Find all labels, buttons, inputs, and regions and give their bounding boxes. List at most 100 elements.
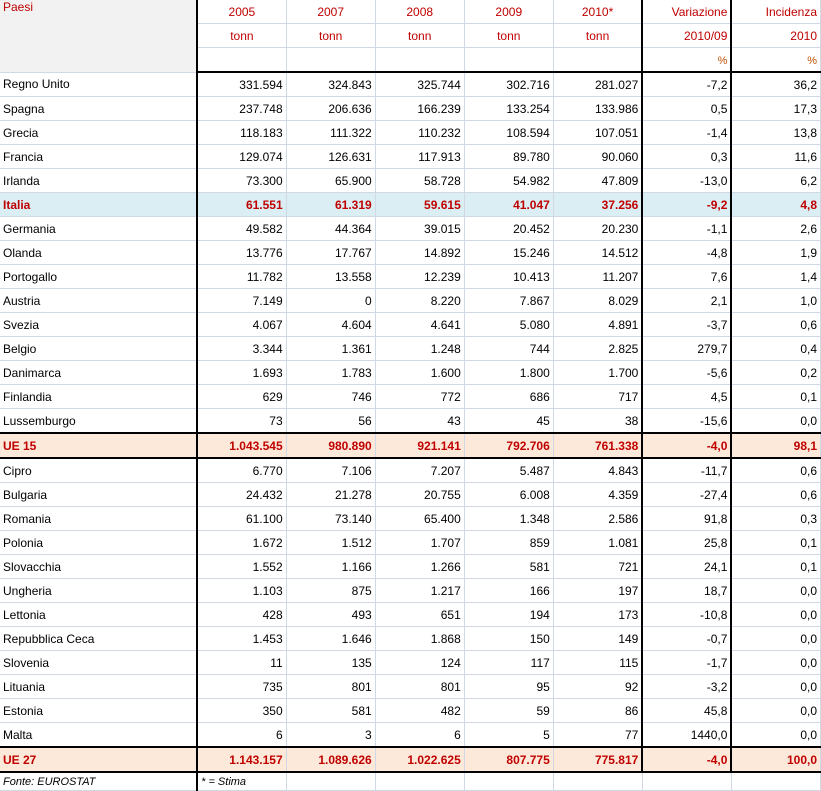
value-cell: 129.074: [197, 144, 287, 169]
value-cell: 350: [197, 698, 287, 723]
value-cell: 5.080: [464, 312, 554, 337]
value-cell: 92: [553, 674, 644, 699]
total-row: UE 27 1.143.157 1.089.626 1.022.625 807.775 7…: [0, 746, 821, 773]
value-cell: 801: [286, 674, 376, 699]
value-cell: 20.230: [553, 216, 644, 241]
value-cell: 8.029: [553, 288, 644, 313]
value-cell: 7.207: [375, 458, 465, 483]
header-variazione-period: 2010/09: [642, 23, 733, 48]
value-cell: 1.783: [286, 360, 376, 385]
pct-label: %: [807, 54, 817, 67]
source-note: Fonte: EUROSTAT: [0, 772, 199, 791]
value-cell: 859: [464, 530, 554, 555]
value-cell: 73.300: [197, 168, 287, 193]
table-row: Lituania 735 801 801 95 92 -3,2 0,0: [0, 674, 821, 699]
value-cell: 45: [464, 408, 554, 434]
country-name: Portogallo: [0, 264, 199, 289]
empty-cell: [375, 47, 465, 73]
value-cell: 21.278: [286, 482, 376, 507]
value-cell: 41.047: [464, 192, 554, 217]
incidenza-cell: 0,3: [731, 506, 821, 531]
value-cell: 281.027: [553, 72, 644, 97]
value-cell: 1.453: [197, 626, 287, 651]
variazione-cell: 2,1: [642, 288, 733, 313]
variazione-cell: -10,8: [642, 602, 733, 627]
value-cell: 807.775: [464, 746, 554, 773]
country-name: Polonia: [0, 530, 199, 555]
incidenza-cell: 0,0: [731, 650, 821, 675]
incidenza-cell: 0,0: [731, 578, 821, 603]
value-cell: 6.008: [464, 482, 554, 507]
value-cell: 875: [286, 578, 376, 603]
value-cell: 115: [553, 650, 644, 675]
incidenza-cell: 0,0: [731, 408, 821, 434]
value-cell: 14.892: [375, 240, 465, 265]
empty-cell: [464, 772, 554, 791]
value-cell: 4.641: [375, 312, 465, 337]
variazione-cell: 7,6: [642, 264, 733, 289]
value-cell: 761.338: [553, 432, 644, 459]
value-cell: 149: [553, 626, 644, 651]
incidenza-cell: 0,1: [731, 554, 821, 579]
empty-cell: [553, 772, 643, 791]
value-cell: 90.060: [553, 144, 644, 169]
country-name: Slovacchia: [0, 554, 199, 579]
table-row: Spagna 237.748 206.636 166.239 133.254 133.98…: [0, 96, 821, 121]
header-variazione-unit: %: [642, 47, 733, 73]
country-name: Italia: [0, 192, 199, 217]
table-row: Repubblica Ceca 1.453 1.646 1.868 150 149 -0,7…: [0, 626, 821, 651]
variazione-cell: 0,5: [642, 96, 733, 121]
incidenza-cell: 98,1: [731, 432, 821, 459]
value-cell: 61.551: [197, 192, 287, 217]
incidenza-cell: 0,0: [731, 674, 821, 699]
value-cell: 1.646: [286, 626, 376, 651]
value-cell: 117.913: [375, 144, 465, 169]
value-cell: 166: [464, 578, 554, 603]
table-row: Irlanda 73.300 65.900 58.728 54.982 47.809 -13…: [0, 168, 821, 193]
value-cell: 65.900: [286, 168, 376, 193]
empty-cell: [375, 772, 465, 791]
value-cell: 173: [553, 602, 644, 627]
variazione-cell: 25,8: [642, 530, 733, 555]
variazione-cell: -1,7: [642, 650, 733, 675]
value-cell: 54.982: [464, 168, 554, 193]
value-cell: 59.615: [375, 192, 465, 217]
table-row: Austria 7.149 0 8.220 7.867 8.029 2,1 1,0: [0, 288, 821, 313]
value-cell: 4.891: [553, 312, 644, 337]
value-cell: 108.594: [464, 120, 554, 145]
value-cell: 744: [464, 336, 554, 361]
country-name: Bulgaria: [0, 482, 199, 507]
value-cell: 1.043.545: [197, 432, 287, 459]
variazione-cell: -4,0: [642, 746, 733, 773]
value-cell: 0: [286, 288, 376, 313]
value-cell: 686: [464, 384, 554, 409]
variazione-cell: 45,8: [642, 698, 733, 723]
data-table: Paesi 2005 2007 2008 2009 2010* Variazio…: [0, 0, 821, 791]
value-cell: 6: [375, 722, 465, 748]
table-row: Svezia 4.067 4.604 4.641 5.080 4.891 -3,7 0,6: [0, 312, 821, 337]
incidenza-cell: 0,2: [731, 360, 821, 385]
country-name: Austria: [0, 288, 199, 313]
value-cell: 1.868: [375, 626, 465, 651]
value-cell: 3.344: [197, 336, 287, 361]
value-cell: 133.254: [464, 96, 554, 121]
header-year: 2009: [464, 0, 554, 24]
country-name: Slovenia: [0, 650, 199, 675]
table-row: Regno Unito 331.594 324.843 325.744 302.716 2…: [0, 72, 821, 97]
value-cell: 150: [464, 626, 554, 651]
table-row: Cipro 6.770 7.106 7.207 5.487 4.843 -11,7 0,6: [0, 458, 821, 483]
value-cell: 126.631: [286, 144, 376, 169]
country-name: Lussemburgo: [0, 408, 199, 434]
value-cell: 1.217: [375, 578, 465, 603]
incidenza-cell: 1,9: [731, 240, 821, 265]
incidenza-cell: 0,1: [731, 384, 821, 409]
value-cell: 1.166: [286, 554, 376, 579]
incidenza-cell: 1,0: [731, 288, 821, 313]
value-cell: 11.207: [553, 264, 644, 289]
variazione-cell: -9,2: [642, 192, 733, 217]
value-cell: 717: [553, 384, 644, 409]
value-cell: 7.149: [197, 288, 287, 313]
variazione-cell: -27,4: [642, 482, 733, 507]
value-cell: 111.322: [286, 120, 376, 145]
value-cell: 44.364: [286, 216, 376, 241]
